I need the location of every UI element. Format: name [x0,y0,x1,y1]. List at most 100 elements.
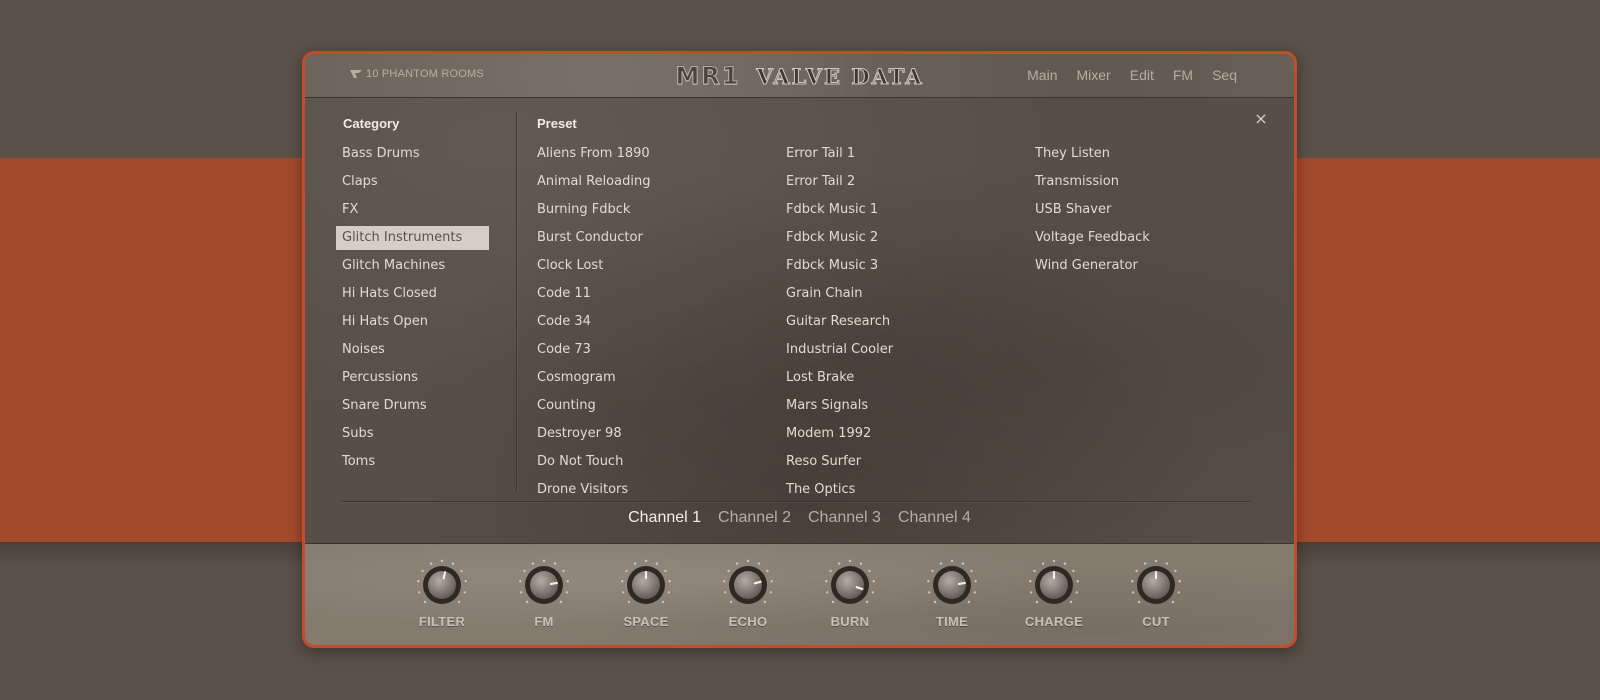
preset-item[interactable]: Transmission [1035,168,1275,196]
preset-item[interactable]: Animal Reloading [537,168,777,196]
knob-tick [757,562,761,565]
category-item[interactable]: Glitch Machines [336,252,489,280]
preset-item[interactable]: Code 34 [537,308,777,336]
knob-tick [973,591,977,594]
preset-item[interactable]: Burning Fdbck [537,196,777,224]
preset-item[interactable]: Error Tail 2 [786,168,1026,196]
preset-item[interactable]: Reso Surfer [786,448,1026,476]
preset-item[interactable]: Modem 1992 [786,420,1026,448]
preset-item[interactable]: Destroyer 98 [537,420,777,448]
preset-item[interactable]: Clock Lost [537,252,777,280]
plugin-window: 10 PHANTOM ROOMS MR1 VALVE DATA Main Mix… [302,51,1297,648]
knob-tick [766,569,769,573]
nav-main[interactable]: Main [1027,67,1057,83]
preset-item[interactable]: Grain Chain [786,280,1026,308]
knob-tick [763,600,767,604]
preset-item[interactable]: Error Tail 1 [786,140,1026,168]
category-item-selected[interactable]: Glitch Instruments [336,226,489,250]
preset-item[interactable]: Code 73 [537,336,777,364]
preset-item[interactable]: Voltage Feedback [1035,224,1275,252]
nav-fm[interactable]: FM [1173,67,1193,83]
knob-filter: FILTER [411,558,473,629]
preset-item[interactable]: Wind Generator [1035,252,1275,280]
preset-item[interactable]: Do Not Touch [537,448,777,476]
preset-item[interactable]: Lost Brake [786,364,1026,392]
knob-tick [633,562,637,565]
category-item[interactable]: Claps [336,168,489,196]
knob-tick [927,580,930,583]
knob-pointer [442,571,447,580]
category-item[interactable]: Hi Hats Closed [336,280,489,308]
category-item[interactable]: Subs [336,420,489,448]
knob-tick [542,559,546,563]
knob-tick [519,591,523,594]
nav-mixer[interactable]: Mixer [1077,67,1111,83]
knob-tick [1174,569,1177,573]
knob-tick [1052,559,1056,563]
preset-item[interactable]: Code 11 [537,280,777,308]
title-main: MR1 [675,62,741,91]
preset-item[interactable]: USB Shaver [1035,196,1275,224]
knob-charge: CHARGE [1023,558,1085,629]
preset-item[interactable]: They Listen [1035,140,1275,168]
knob-tick [440,559,444,563]
category-item[interactable]: FX [336,196,489,224]
knob-cap [836,571,864,599]
knob-tick [559,600,563,604]
preset-item[interactable]: Guitar Research [786,308,1026,336]
knob-tick [460,569,463,573]
channel-tab-4[interactable]: Channel 4 [898,509,971,527]
knob-tick [939,562,943,565]
knob-dial-icon[interactable] [1129,558,1183,612]
category-item[interactable]: Percussions [336,364,489,392]
knob-tick [1178,580,1181,583]
knob-dial-icon[interactable] [1027,558,1081,612]
preset-item[interactable]: Counting [537,392,777,420]
knob-tick [1035,600,1039,604]
close-icon[interactable]: × [1254,111,1268,127]
knob-dial-icon[interactable] [721,558,775,612]
knob-tick [1143,562,1147,565]
channel-divider [341,501,1250,502]
channel-selector: Channel 1 Channel 2 Channel 3 Channel 4 [305,509,1294,527]
knob-cut: CUT [1125,558,1187,629]
category-item[interactable]: Hi Hats Open [336,308,489,336]
knob-cap [938,571,966,599]
preset-item[interactable]: Fdbck Music 2 [786,224,1026,252]
knob-tick [933,600,937,604]
knob-dial-icon[interactable] [619,558,673,612]
preset-item[interactable]: Burst Conductor [537,224,777,252]
knob-dial-icon[interactable] [517,558,571,612]
nav-seq[interactable]: Seq [1212,67,1237,83]
preset-item[interactable]: Cosmogram [537,364,777,392]
knob-tick [429,562,433,565]
category-item[interactable]: Toms [336,448,489,476]
knob-tick [1171,600,1175,604]
knob-dial-icon[interactable] [823,558,877,612]
nav-edit[interactable]: Edit [1130,67,1154,83]
channel-tab-2[interactable]: Channel 2 [718,509,791,527]
column-divider [516,112,517,492]
category-item[interactable]: Noises [336,336,489,364]
knob-tick [519,580,522,583]
knob-dial-icon[interactable] [925,558,979,612]
knob-tick [872,580,875,583]
preset-item[interactable]: Drone Visitors [537,476,777,504]
preset-item[interactable]: Fdbck Music 1 [786,196,1026,224]
category-item[interactable]: Bass Drums [336,140,489,168]
preset-item[interactable]: Mars Signals [786,392,1026,420]
knob-tick [825,580,828,583]
knob-tick [837,562,841,565]
knob-cap [530,571,558,599]
knob-dial-icon[interactable] [415,558,469,612]
category-item[interactable]: Snare Drums [336,392,489,420]
preset-browser: Category Preset × Bass Drums Claps FX Gl… [305,98,1294,543]
channel-tab-1[interactable]: Channel 1 [628,509,701,527]
knob-tick [1135,569,1138,573]
preset-item[interactable]: Aliens From 1890 [537,140,777,168]
knob-label: CHARGE [1024,614,1084,629]
preset-item[interactable]: Industrial Cooler [786,336,1026,364]
preset-item[interactable]: The Optics [786,476,1026,504]
channel-tab-3[interactable]: Channel 3 [808,509,881,527]
preset-item[interactable]: Fdbck Music 3 [786,252,1026,280]
